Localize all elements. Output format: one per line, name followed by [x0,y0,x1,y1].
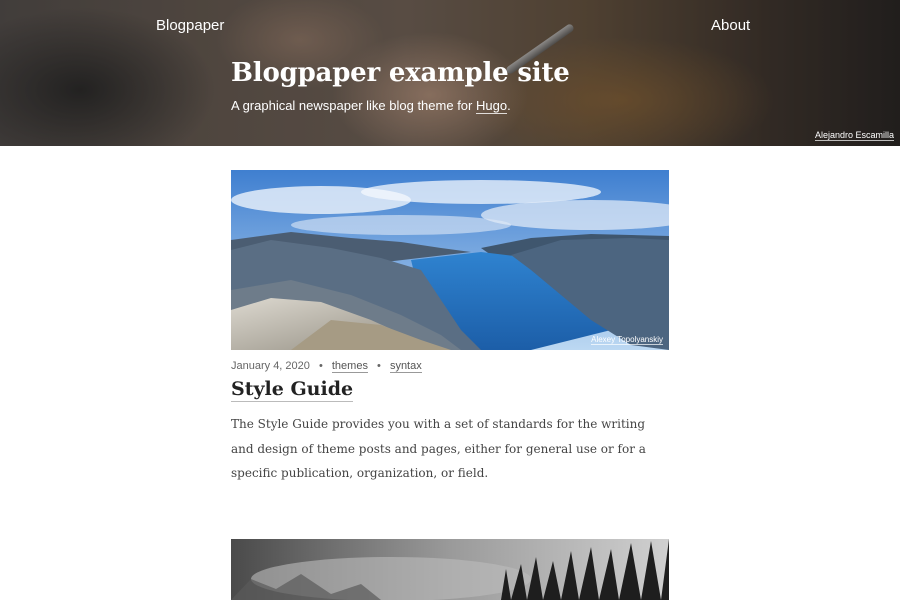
post-image[interactable]: Alexey Topolyanskiy [231,170,669,350]
meta-separator: • [318,360,323,372]
post-title: Style Guide [231,378,354,402]
misty-forest-image [231,539,669,600]
tag-link-syntax[interactable]: syntax [389,360,422,373]
tag-link-themes[interactable]: themes [331,360,368,373]
tagline-suffix: . [507,98,511,113]
post-date: January 4, 2020 [231,360,310,372]
hero-header: Blogpaper About Blogpaper example site A… [0,0,900,146]
site-tagline: A graphical newspaper like blog theme fo… [231,98,511,114]
brand-link[interactable]: Blogpaper [156,17,224,34]
fjord-landscape-image [231,170,669,350]
post-summary: The Style Guide provides you with a set … [231,417,646,480]
post-meta: January 4, 2020 • themes • syntax [231,360,669,373]
hugo-link[interactable]: Hugo [475,98,508,114]
meta-separator: • [377,360,381,372]
post-title-link[interactable]: Style Guide [231,378,353,400]
post-card: Alexey Topolyanskiy January 4, 2020 • th… [231,170,669,486]
site-title: Blogpaper example site [231,58,570,88]
post-image-credit-link[interactable]: Alexey Topolyanskiy [591,335,663,345]
nav-about-link[interactable]: About [711,17,750,34]
next-post-image[interactable] [231,539,669,600]
hero-image-credit-link[interactable]: Alejandro Escamilla [814,130,894,141]
tagline-prefix: A graphical newspaper like blog theme fo… [231,98,476,113]
